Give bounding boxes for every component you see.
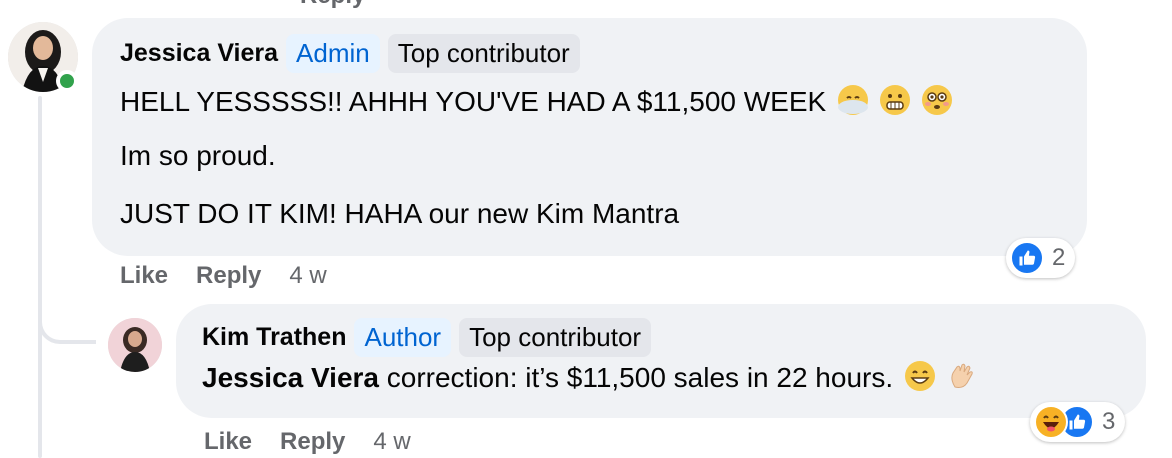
reaction-summary[interactable]: 3 — [1030, 402, 1126, 442]
comment-actions: Like Reply 4 w — [120, 262, 327, 290]
author-name[interactable]: Jessica Viera — [120, 39, 278, 68]
grimacing-face-emoji — [879, 85, 910, 115]
like-button[interactable]: Like — [120, 262, 168, 290]
top-contributor-badge: Top contributor — [459, 318, 652, 357]
waving-hand-emoji — [947, 361, 977, 391]
comment-text: Im so proud. — [120, 140, 276, 171]
reply-bubble: Kim Trathen Author Top contributor Jessi… — [176, 304, 1146, 418]
avatar-image — [108, 318, 162, 372]
reply-button[interactable]: Reply — [280, 428, 345, 456]
author-badge: Author — [354, 318, 452, 357]
reply-button[interactable]: Reply — [196, 262, 261, 290]
like-button[interactable]: Like — [204, 428, 252, 456]
timestamp[interactable]: 4 w — [289, 262, 326, 290]
thread-connector — [38, 300, 96, 344]
comment-bubble: Jessica Viera Admin Top contributor HELL… — [92, 18, 1087, 256]
comment-text: HELL YESSSSS!! AHHH YOU'VE HAD A $11,500… — [120, 86, 827, 117]
comment-actions: Like Reply 4 w — [204, 428, 411, 456]
mention-link[interactable]: Jessica Viera — [202, 362, 379, 393]
reaction-count: 2 — [1052, 244, 1066, 271]
comment-header: Kim Trathen Author Top contributor — [202, 318, 1120, 357]
comment-text: correction: it’s $11,500 sales in 22 hou… — [378, 362, 894, 393]
face-in-clouds-emoji — [837, 85, 868, 115]
comment-text-line: Jessica Viera correction: it’s $11,500 s… — [202, 361, 1120, 395]
reaction-count: 3 — [1102, 408, 1116, 435]
grinning-face-emoji — [904, 361, 935, 391]
admin-badge: Admin — [286, 34, 380, 73]
like-icon — [1010, 241, 1044, 275]
reaction-summary[interactable]: 2 — [1006, 238, 1076, 278]
online-status-dot — [56, 70, 78, 92]
timestamp[interactable]: 4 w — [373, 428, 410, 456]
previous-reply-link[interactable]: Reply — [300, 0, 365, 10]
author-name[interactable]: Kim Trathen — [202, 323, 346, 352]
comment-text: JUST DO IT KIM! HAHA our new Kim Mantra — [120, 198, 680, 229]
haha-icon — [1034, 405, 1068, 439]
top-contributor-badge: Top contributor — [387, 34, 580, 73]
flushed-face-emoji — [921, 85, 952, 115]
avatar[interactable] — [108, 318, 162, 372]
comment-text-line: HELL YESSSSS!! AHHH YOU'VE HAD A $11,500… — [120, 85, 1059, 119]
comment-header: Jessica Viera Admin Top contributor — [120, 34, 1059, 73]
thread-line — [38, 96, 42, 458]
